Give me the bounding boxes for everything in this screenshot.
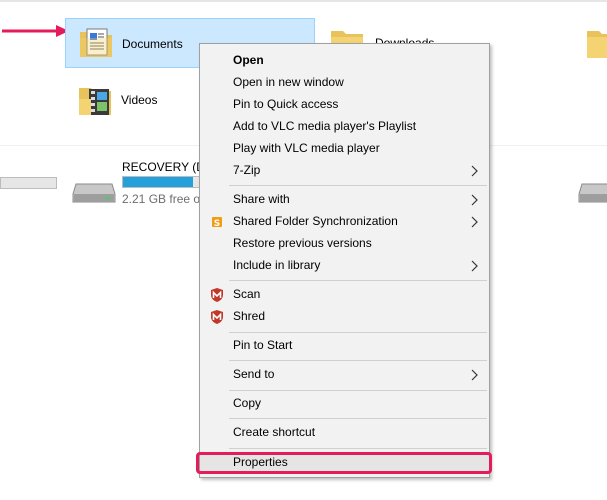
menu-separator <box>229 448 487 449</box>
sync-s-icon: S <box>212 217 222 229</box>
menu-item-shared-folder-sync[interactable]: S Shared Folder Synchronization <box>200 211 489 233</box>
menu-separator <box>229 185 487 186</box>
menu-separator <box>229 280 487 281</box>
menu-item-pin-start[interactable]: Pin to Start <box>200 335 489 357</box>
svg-text:S: S <box>214 219 220 229</box>
top-divider <box>0 0 607 2</box>
menu-item-play-vlc[interactable]: Play with VLC media player <box>200 138 489 160</box>
menu-item-label: Scan <box>233 287 261 301</box>
menu-item-add-vlc-playlist[interactable]: Add to VLC media player's Playlist <box>200 116 489 138</box>
hard-drive-icon <box>72 183 116 203</box>
folder-videos[interactable]: Videos <box>65 75 200 125</box>
drive-usage-bar <box>0 177 57 189</box>
menu-item-copy[interactable]: Copy <box>200 393 489 415</box>
menu-item-label: Shared Folder Synchronization <box>233 214 398 228</box>
drive-usage-fill <box>123 177 193 187</box>
folder-label: Documents <box>122 37 183 51</box>
chevron-right-icon <box>471 260 478 272</box>
chevron-right-icon <box>471 369 478 381</box>
menu-item-label: Create shortcut <box>233 425 316 439</box>
menu-item-label: Shred <box>233 309 266 323</box>
menu-item-label: Pin to Quick access <box>233 97 339 111</box>
menu-item-label: Include in library <box>233 258 321 272</box>
menu-item-label: Pin to Start <box>233 338 293 352</box>
menu-item-share-with[interactable]: Share with <box>200 189 489 211</box>
menu-item-create-shortcut[interactable]: Create shortcut <box>200 422 489 444</box>
menu-item-label: Add to VLC media player's Playlist <box>233 119 417 133</box>
mcafee-shield-icon <box>211 288 223 302</box>
menu-item-label: Open in new window <box>233 75 344 89</box>
menu-item-restore-versions[interactable]: Restore previous versions <box>200 233 489 255</box>
menu-item-7zip[interactable]: 7-Zip <box>200 160 489 182</box>
annotation-highlight-box <box>196 452 492 474</box>
context-menu: Open Open in new window Pin to Quick acc… <box>199 43 490 478</box>
menu-item-label: Restore previous versions <box>233 236 372 250</box>
menu-item-shred[interactable]: Shred <box>200 306 489 328</box>
chevron-right-icon <box>471 194 478 206</box>
drive-usage-bar <box>122 176 200 188</box>
menu-item-open[interactable]: Open <box>200 50 489 72</box>
hard-drive-icon <box>578 183 607 203</box>
chevron-right-icon <box>471 216 478 228</box>
drive-free-space: 2.21 GB free of <box>122 192 204 206</box>
menu-item-label: Send to <box>233 367 275 381</box>
menu-item-pin-quick-access[interactable]: Pin to Quick access <box>200 94 489 116</box>
chevron-right-icon <box>471 165 478 177</box>
menu-separator <box>229 418 487 419</box>
menu-item-label: Share with <box>233 192 290 206</box>
menu-item-label: 7-Zip <box>233 163 261 177</box>
mcafee-shield-icon <box>211 310 223 324</box>
menu-item-include-library[interactable]: Include in library <box>200 255 489 277</box>
menu-separator <box>229 360 487 361</box>
videos-folder-icon <box>79 88 111 115</box>
folder-icon <box>587 31 607 58</box>
menu-item-send-to[interactable]: Send to <box>200 364 489 386</box>
documents-folder-icon <box>80 28 112 57</box>
menu-item-open-new-window[interactable]: Open in new window <box>200 72 489 94</box>
menu-separator <box>229 390 487 391</box>
menu-item-scan[interactable]: Scan <box>200 284 489 306</box>
menu-item-label: Open <box>233 53 264 67</box>
annotation-arrow <box>2 25 69 37</box>
menu-item-label: Copy <box>233 396 262 410</box>
menu-separator <box>229 332 487 333</box>
folder-label: Videos <box>121 93 158 107</box>
menu-item-label: Play with VLC media player <box>233 141 380 155</box>
